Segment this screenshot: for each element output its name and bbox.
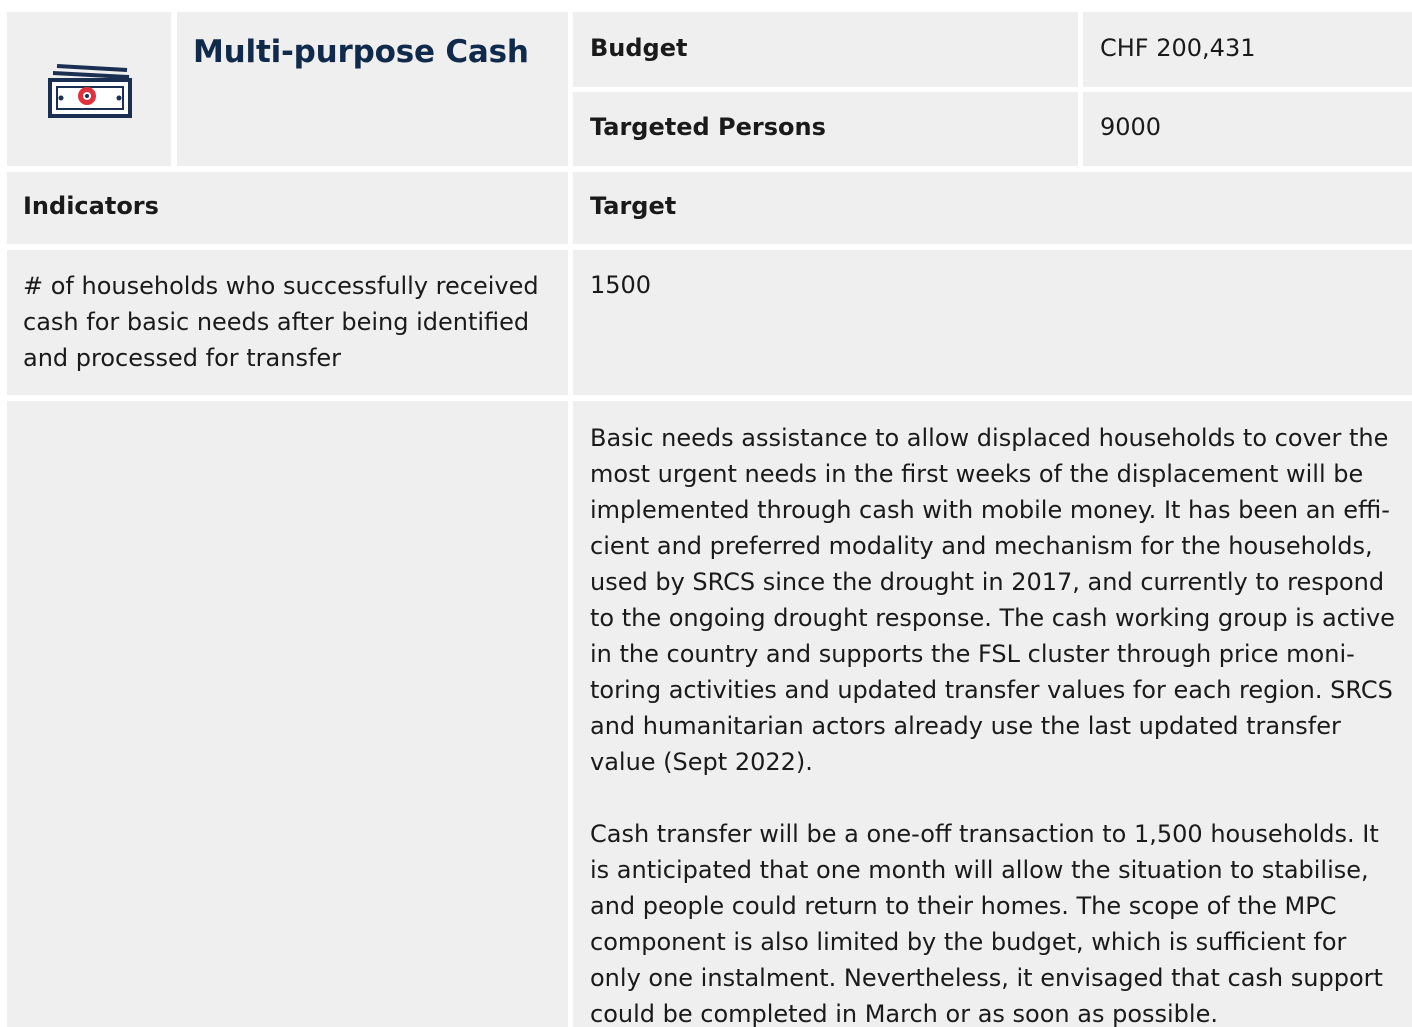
budget-value: CHF 200,431 [1100,34,1256,62]
section-title: Multi-purpose Cash [193,34,529,70]
budget-label-cell: Budget [573,12,1078,87]
target-value: 1500 [590,271,652,299]
target-value-cell: 1500 [573,250,1412,395]
icon-cell [7,12,171,166]
narrative-text: Basic needs assistance to allow displace… [590,420,1402,1027]
narrative-paragraph: Cash transfer will be a one-off transact… [590,820,1383,1027]
narrative-paragraph: Basic needs assistance to allow displace… [590,424,1395,776]
indicator-text: # of households who successfully receive… [23,272,539,372]
narrative-empty-cell [7,401,568,1027]
budget-label: Budget [590,34,688,62]
targeted-persons-value: 9000 [1100,113,1162,141]
narrative-cell: Basic needs assistance to allow displace… [573,401,1412,1027]
indicators-header-cell: Indicators [7,172,568,244]
target-header-cell: Target [573,172,1412,244]
budget-value-cell: CHF 200,431 [1083,12,1412,87]
persons-label-cell: Targeted Persons [573,92,1078,166]
persons-value-cell: 9000 [1083,92,1412,166]
targeted-persons-label: Targeted Persons [590,113,826,141]
title-cell: Multi-purpose Cash [177,12,568,166]
indicators-header: Indicators [23,192,159,220]
cash-money-icon [47,60,133,122]
target-header: Target [590,192,677,220]
indicator-cell: # of households who successfully receive… [7,250,568,395]
